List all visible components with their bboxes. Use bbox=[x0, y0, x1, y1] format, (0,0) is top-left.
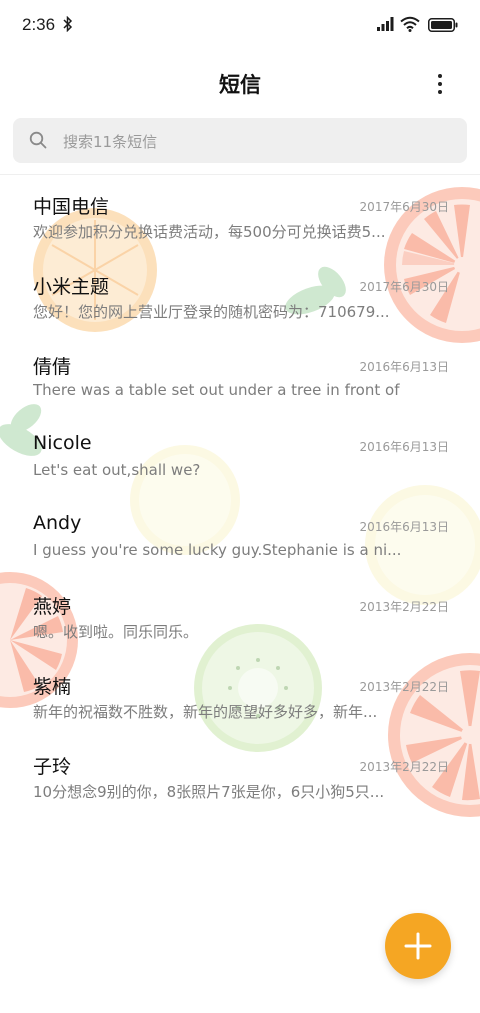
message-sender: 子玲 bbox=[33, 756, 72, 778]
bluetooth-icon bbox=[63, 16, 73, 32]
search-placeholder: 搜索11条短信 bbox=[63, 133, 158, 151]
message-preview: 嗯。收到啦。同乐同乐。 bbox=[33, 623, 199, 641]
message-date: 2013年2月22日 bbox=[359, 680, 449, 694]
message-preview: Let's eat out,shall we? bbox=[33, 461, 201, 479]
more-vertical-icon-dot bbox=[438, 82, 442, 86]
signal-icon bbox=[377, 17, 394, 31]
message-date: 2016年6月13日 bbox=[359, 520, 449, 534]
message-sender: 小米主题 bbox=[33, 276, 110, 298]
message-preview: 您好！您的网上营业厅登录的随机密码为：710679... bbox=[33, 303, 390, 321]
message-sender: 中国电信 bbox=[33, 196, 110, 218]
message-preview: 10分想念9别的你，8张照片7张是你，6只小狗5只... bbox=[33, 783, 385, 801]
new-message-button[interactable] bbox=[385, 913, 451, 979]
message-date: 2017年6月30日 bbox=[359, 200, 449, 214]
message-preview: 新年的祝福数不胜数，新年的愿望好多好多，新年... bbox=[33, 703, 378, 721]
message-preview: I guess you're some lucky guy.Stephanie … bbox=[33, 541, 402, 559]
message-list-item[interactable]: Andy 2016年6月13日 I guess you're some luck… bbox=[0, 495, 480, 575]
message-list-item[interactable]: 紫楠 2013年2月22日 新年的祝福数不胜数，新年的愿望好多好多，新年... bbox=[0, 655, 480, 735]
message-date: 2016年6月13日 bbox=[359, 360, 449, 374]
page-title: 短信 bbox=[219, 73, 261, 97]
message-sender: Andy bbox=[33, 512, 82, 534]
plus-icon bbox=[404, 932, 432, 960]
search-input[interactable]: 搜索11条短信 bbox=[13, 118, 467, 163]
search-icon bbox=[29, 131, 47, 149]
message-sender: Nicole bbox=[33, 432, 92, 454]
battery-icon bbox=[428, 18, 458, 32]
message-preview: There was a table set out under a tree i… bbox=[33, 381, 405, 399]
message-date: 2013年2月22日 bbox=[359, 600, 449, 614]
message-list: 中国电信 2017年6月30日 欢迎参加积分兑换话费活动，每500分可兑换话费5… bbox=[0, 175, 480, 815]
message-preview: 欢迎参加积分兑换话费活动，每500分可兑换话费5... bbox=[33, 223, 386, 241]
more-vertical-icon-dot bbox=[438, 90, 442, 94]
more-options-button[interactable] bbox=[424, 68, 456, 100]
message-list-item[interactable]: 子玲 2013年2月22日 10分想念9别的你，8张照片7张是你，6只小狗5只.… bbox=[0, 735, 480, 815]
message-list-item[interactable]: 小米主题 2017年6月30日 您好！您的网上营业厅登录的随机密码为：71067… bbox=[0, 255, 480, 335]
message-date: 2013年2月22日 bbox=[359, 760, 449, 774]
message-date: 2017年6月30日 bbox=[359, 280, 449, 294]
message-list-item[interactable]: 倩倩 2016年6月13日 There was a table set out … bbox=[0, 335, 480, 415]
messages-screen: 2:36 短信 搜索11条短信 中国电信 2017年6月30日 欢迎参加积分兑换… bbox=[0, 0, 480, 1013]
message-sender: 紫楠 bbox=[33, 676, 72, 698]
message-list-item[interactable]: 中国电信 2017年6月30日 欢迎参加积分兑换话费活动，每500分可兑换话费5… bbox=[0, 175, 480, 255]
message-sender: 倩倩 bbox=[33, 356, 72, 378]
message-list-item[interactable]: Nicole 2016年6月13日 Let's eat out,shall we… bbox=[0, 415, 480, 495]
message-list-item[interactable]: 燕婷 2013年2月22日 嗯。收到啦。同乐同乐。 bbox=[0, 575, 480, 655]
message-sender: 燕婷 bbox=[33, 596, 72, 618]
status-time: 2:36 bbox=[22, 15, 56, 34]
more-vertical-icon bbox=[438, 74, 442, 78]
wifi-icon bbox=[400, 16, 420, 32]
message-date: 2016年6月13日 bbox=[359, 440, 449, 454]
app-header: 短信 bbox=[0, 52, 480, 114]
status-bar: 2:36 bbox=[0, 0, 480, 52]
